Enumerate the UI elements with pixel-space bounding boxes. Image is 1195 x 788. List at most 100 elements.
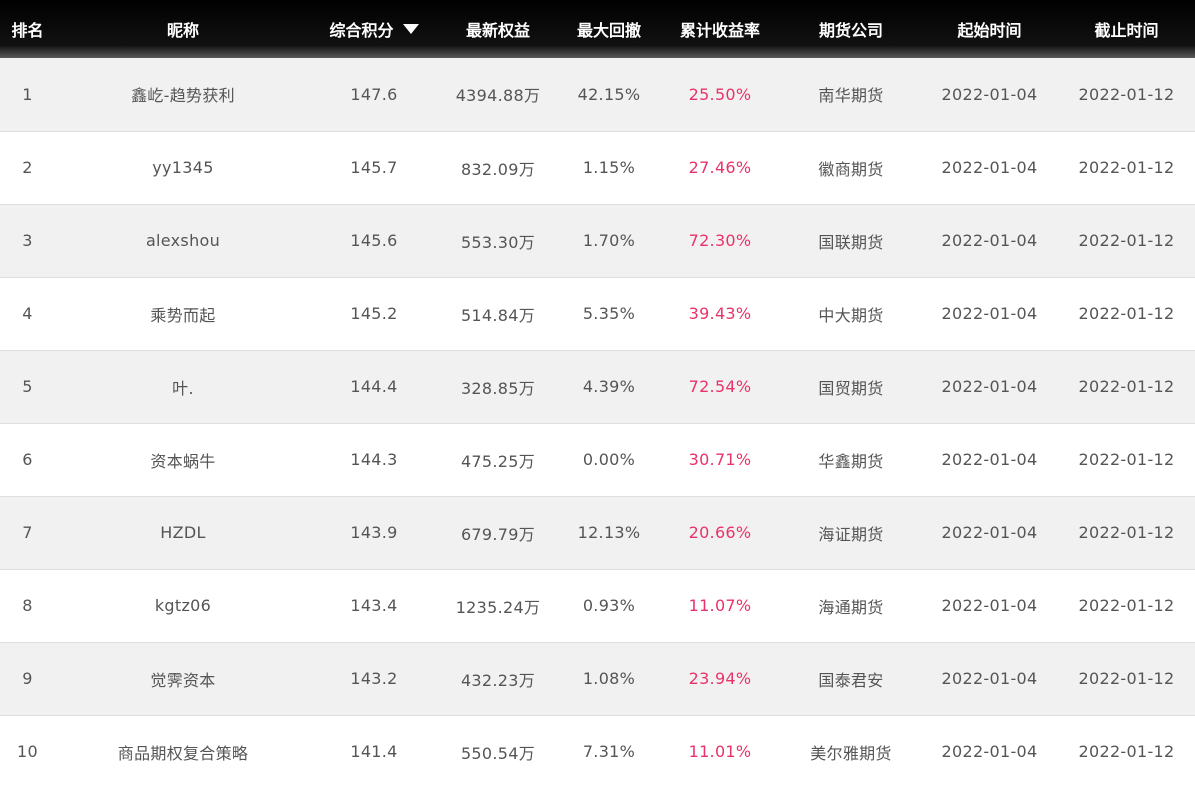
equity-cell: 328.85万 (460, 378, 536, 398)
end-date-cell: 2022-01-12 (1078, 523, 1175, 542)
nickname-cell: alexshou (145, 231, 221, 250)
return-cell: 30.71% (688, 450, 752, 469)
table-body: 1 鑫屹-趋势获利 147.6 4394.88万 42.15% 25.50% 南… (0, 58, 1195, 788)
drawdown-cell: 5.35% (582, 304, 636, 323)
company-cell: 华鑫期货 (818, 451, 884, 471)
start-date-cell: 2022-01-04 (941, 231, 1038, 250)
nickname-cell: 商品期权复合策略 (117, 743, 249, 763)
start-date-cell: 2022-01-04 (941, 669, 1038, 688)
score-cell: 143.9 (350, 523, 398, 542)
table-header: 排名 昵称 综合积分 最新权益 最大回撤 累计收益率 期货公司 起始时间 截止时… (0, 0, 1195, 58)
rank-cell: 3 (22, 231, 33, 250)
equity-cell: 550.54万 (460, 743, 536, 763)
score-cell: 143.4 (350, 596, 398, 615)
header-end-date: 截止时间 (1094, 21, 1159, 40)
equity-cell: 832.09万 (460, 159, 536, 179)
rank-cell: 5 (22, 377, 33, 396)
score-cell: 147.6 (350, 84, 398, 104)
drawdown-cell: 1.70% (582, 231, 636, 250)
drawdown-cell: 0.93% (582, 596, 636, 615)
return-cell: 20.66% (688, 523, 752, 542)
table-row: 9 觉霁资本 143.2 432.23万 1.08% 23.94% 国泰君安 2… (0, 642, 1195, 715)
equity-cell: 553.30万 (460, 232, 536, 252)
nickname-cell: 叶. (172, 378, 194, 398)
end-date-cell: 2022-01-12 (1078, 450, 1175, 469)
score-cell: 145.7 (350, 158, 398, 177)
company-cell: 南华期货 (818, 86, 884, 106)
equity-cell: 432.23万 (460, 670, 536, 690)
return-cell: 25.50% (688, 84, 752, 104)
equity-cell: 514.84万 (460, 305, 536, 325)
header-score[interactable]: 综合积分 (311, 0, 437, 58)
table-row: 6 资本蜗牛 144.3 475.25万 0.00% 30.71% 华鑫期货 2… (0, 423, 1195, 496)
company-cell: 中大期货 (818, 305, 884, 325)
drawdown-cell: 12.13% (577, 523, 641, 542)
end-date-cell: 2022-01-12 (1078, 669, 1175, 688)
rank-cell: 6 (22, 450, 33, 469)
drawdown-cell: 1.15% (582, 158, 636, 177)
start-date-cell: 2022-01-04 (941, 304, 1038, 323)
nickname-cell: kgtz06 (154, 596, 212, 615)
end-date-cell: 2022-01-12 (1078, 596, 1175, 615)
company-cell: 国联期货 (818, 232, 884, 252)
equity-cell: 1235.24万 (455, 597, 541, 617)
rank-cell: 1 (22, 84, 33, 104)
equity-cell: 4394.88万 (455, 86, 541, 106)
end-date-cell: 2022-01-12 (1078, 158, 1175, 177)
start-date-cell: 2022-01-04 (941, 596, 1038, 615)
start-date-cell: 2022-01-04 (941, 742, 1038, 762)
equity-cell: 475.25万 (460, 451, 536, 471)
header-futures-company: 期货公司 (818, 21, 883, 40)
table-row: 1 鑫屹-趋势获利 147.6 4394.88万 42.15% 25.50% 南… (0, 58, 1195, 131)
company-cell: 海通期货 (818, 597, 884, 617)
header-cumulative-return: 累计收益率 (679, 21, 760, 40)
table-row: 8 kgtz06 143.4 1235.24万 0.93% 11.07% 海通期… (0, 569, 1195, 642)
nickname-cell: 乘势而起 (150, 305, 216, 325)
return-cell: 23.94% (688, 669, 752, 688)
rank-cell: 9 (22, 669, 33, 688)
end-date-cell: 2022-01-12 (1078, 231, 1175, 250)
header-row: 排名 昵称 综合积分 最新权益 最大回撤 累计收益率 期货公司 起始时间 截止时… (0, 0, 1195, 58)
drawdown-cell: 7.31% (582, 742, 636, 762)
header-equity: 最新权益 (465, 21, 530, 40)
table-row: 10 商品期权复合策略 141.4 550.54万 7.31% 11.01% 美… (0, 715, 1195, 788)
rank-cell: 7 (22, 523, 33, 542)
sort-descending-icon[interactable] (402, 24, 419, 34)
drawdown-cell: 4.39% (582, 377, 636, 396)
header-score-label: 综合积分 (329, 21, 394, 40)
company-cell: 美尔雅期货 (810, 743, 892, 763)
end-date-cell: 2022-01-12 (1078, 304, 1175, 323)
rank-cell: 4 (22, 304, 33, 323)
ranking-table: 排名 昵称 综合积分 最新权益 最大回撤 累计收益率 期货公司 起始时间 截止时… (0, 0, 1195, 788)
start-date-cell: 2022-01-04 (941, 84, 1038, 104)
start-date-cell: 2022-01-04 (941, 377, 1038, 396)
company-cell: 国贸期货 (818, 378, 884, 398)
return-cell: 72.30% (688, 231, 752, 250)
return-cell: 72.54% (688, 377, 752, 396)
end-date-cell: 2022-01-12 (1078, 377, 1175, 396)
rank-cell: 8 (22, 596, 33, 615)
end-date-cell: 2022-01-12 (1078, 742, 1175, 762)
table-row: 5 叶. 144.4 328.85万 4.39% 72.54% 国贸期货 202… (0, 350, 1195, 423)
drawdown-cell: 42.15% (577, 84, 641, 104)
nickname-cell: yy1345 (152, 158, 214, 177)
header-rank: 排名 (11, 21, 44, 40)
start-date-cell: 2022-01-04 (941, 158, 1038, 177)
table-row: 7 HZDL 143.9 679.79万 12.13% 20.66% 海证期货 … (0, 496, 1195, 569)
return-cell: 11.01% (688, 742, 752, 762)
table-row: 4 乘势而起 145.2 514.84万 5.35% 39.43% 中大期货 2… (0, 277, 1195, 350)
equity-cell: 679.79万 (460, 524, 536, 544)
company-cell: 徽商期货 (818, 159, 884, 179)
return-cell: 27.46% (688, 158, 752, 177)
header-nickname: 昵称 (166, 21, 199, 40)
company-cell: 国泰君安 (818, 670, 884, 690)
rank-cell: 2 (22, 158, 33, 177)
nickname-cell: 资本蜗牛 (150, 451, 216, 471)
score-cell: 145.6 (350, 231, 398, 250)
drawdown-cell: 0.00% (582, 450, 636, 469)
table-row: 3 alexshou 145.6 553.30万 1.70% 72.30% 国联… (0, 204, 1195, 277)
nickname-cell: 觉霁资本 (150, 670, 216, 690)
nickname-cell: HZDL (160, 523, 206, 542)
start-date-cell: 2022-01-04 (941, 450, 1038, 469)
rank-cell: 10 (17, 742, 38, 762)
